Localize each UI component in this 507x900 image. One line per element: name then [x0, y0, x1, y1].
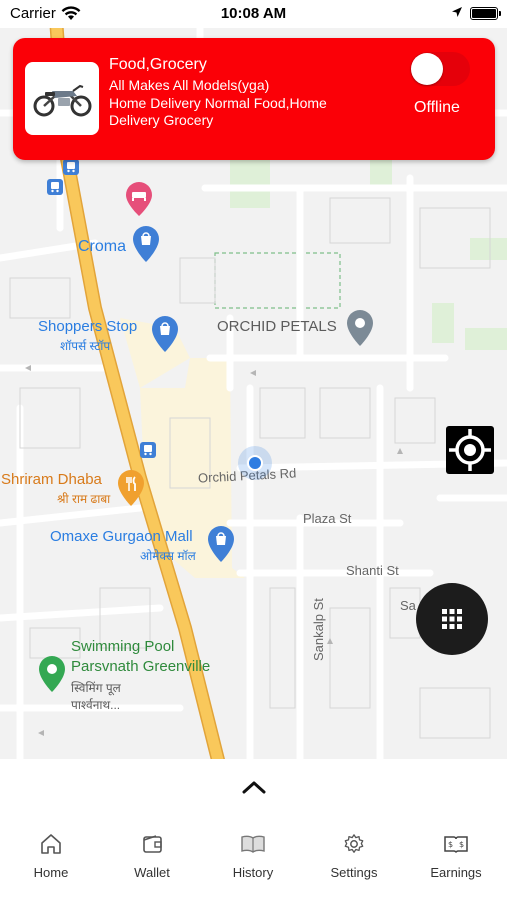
road-label-plaza-st: Plaza St: [303, 511, 352, 526]
tab-label: Settings: [330, 865, 378, 880]
crosshair-icon: [449, 429, 491, 471]
earnings-icon: $ $: [444, 836, 468, 854]
bus-stop-icon[interactable]: [63, 159, 79, 175]
poi-label-orchid-petals[interactable]: ORCHID PETALS: [217, 318, 337, 335]
road-label-shanti-st: Shanti St: [346, 563, 399, 578]
tab-settings[interactable]: Settings: [314, 833, 394, 880]
park-pin-icon[interactable]: [39, 656, 65, 692]
delivery-partner-card: Food,Grocery All Makes All Models(yga) H…: [13, 38, 495, 160]
user-location-dot: [238, 446, 272, 480]
clock: 10:08 AM: [220, 5, 287, 22]
wallet-icon: [143, 835, 162, 853]
tab-home[interactable]: Home: [11, 833, 91, 880]
menu-grid-button[interactable]: [416, 583, 488, 655]
shopping-pin-icon[interactable]: [208, 526, 234, 562]
tab-history[interactable]: History: [213, 833, 293, 880]
gear-icon: [344, 834, 364, 853]
poi-label-swimming-pool-hi: स्विमिंग पूल: [71, 681, 121, 695]
toggle-knob: [411, 53, 443, 85]
poi-label-omaxe-mall-hi: ओमेक्स मॉल: [140, 549, 196, 563]
tab-label: History: [232, 865, 274, 880]
tab-wallet[interactable]: Wallet: [112, 833, 192, 880]
availability-status: Offline: [414, 99, 460, 116]
poi-label-omaxe-mall[interactable]: Omaxe Gurgaon Mall: [50, 528, 193, 545]
online-toggle[interactable]: [410, 52, 470, 86]
svg-text:$: $: [448, 840, 453, 849]
poi-label-shoppers-stop-hi: शॉपर्स स्टॉप: [60, 339, 111, 353]
hotel-pin-icon[interactable]: [126, 182, 152, 216]
location-arrow-icon: [452, 7, 462, 17]
road-label-partial: Sa: [400, 598, 416, 613]
svg-text:$: $: [459, 840, 464, 849]
restaurant-pin-icon[interactable]: [118, 470, 144, 506]
bottom-panel: Home Wallet History Settings $ $ Earning…: [0, 759, 507, 900]
grid-icon: [442, 609, 462, 629]
tab-label: Earnings: [430, 865, 482, 880]
poi-label-shriram-dhaba[interactable]: Shriram Dhaba: [1, 471, 102, 488]
book-icon: [241, 835, 265, 853]
road-label-sankalp-st: Sankalp St: [311, 598, 326, 661]
bus-stop-icon[interactable]: [47, 179, 63, 195]
place-pin-icon[interactable]: [347, 310, 373, 346]
card-subtitle: All Makes All Models(yga): [109, 77, 270, 93]
recenter-button[interactable]: [446, 426, 494, 474]
status-bar: Carrier 10:08 AM: [0, 0, 507, 28]
chevron-up-icon[interactable]: [241, 779, 267, 795]
card-services-line: Delivery Grocery: [109, 112, 214, 128]
card-title: Food,Grocery: [109, 56, 207, 73]
tab-earnings[interactable]: $ $ Earnings: [416, 833, 496, 880]
poi-label-shoppers-stop[interactable]: Shoppers Stop: [38, 318, 137, 335]
battery-icon: [470, 7, 501, 20]
tab-label: Wallet: [134, 865, 170, 880]
card-services-line: Home Delivery Normal Food,Home: [109, 95, 327, 111]
poi-label-shriram-dhaba-hi: श्री राम ढाबा: [57, 492, 111, 506]
bus-stop-icon[interactable]: [140, 442, 156, 458]
shopping-pin-icon[interactable]: [152, 316, 178, 352]
poi-label-parsvnath-hi: पार्श्वनाथ...: [71, 698, 121, 712]
motorcycle-image: [33, 84, 92, 117]
home-icon: [41, 834, 61, 854]
vehicle-thumbnail: [25, 62, 99, 135]
poi-label-swimming-pool[interactable]: Swimming Pool: [71, 638, 174, 655]
poi-label-croma[interactable]: Croma: [78, 238, 126, 256]
poi-label-parsvnath-greenville[interactable]: Parsvnath Greenville: [71, 658, 210, 675]
shopping-pin-icon[interactable]: [133, 226, 159, 262]
tab-label: Home: [33, 865, 69, 880]
